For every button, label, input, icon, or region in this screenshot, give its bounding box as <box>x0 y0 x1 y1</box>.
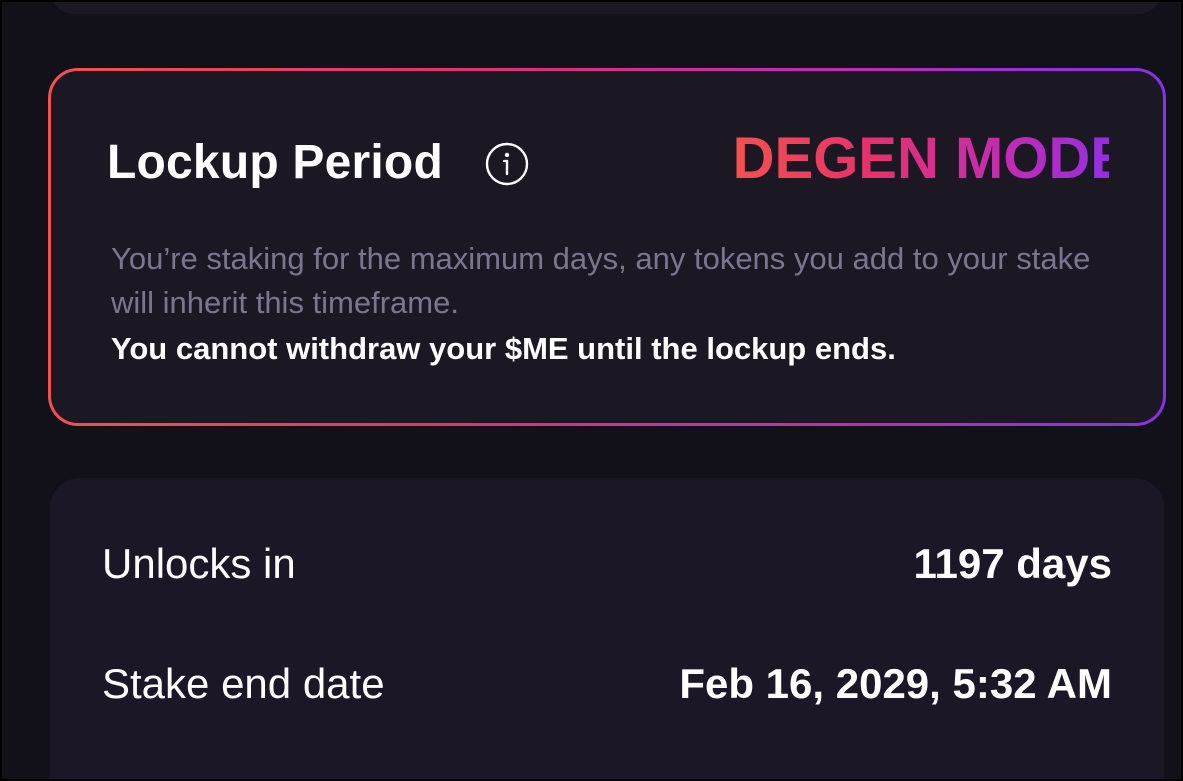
stake-end-date-label: Stake end date <box>102 660 385 707</box>
lockup-description: You’re staking for the maximum days, any… <box>111 241 1091 320</box>
lockup-period-title: Lockup Period <box>107 136 443 189</box>
unlocks-in-value: 1197 days <box>913 540 1112 587</box>
lockup-period-card: Lockup Period DEGEN MODE You’re staking … <box>48 68 1166 426</box>
unlocks-in-label: Unlocks in <box>102 540 296 587</box>
lockup-period-card-inner: Lockup Period DEGEN MODE You’re staking … <box>51 71 1163 423</box>
info-icon[interactable] <box>484 141 530 187</box>
degen-mode-text: DEGEN MODE <box>733 129 1109 189</box>
lockup-warning: You cannot withdraw your $ME until the l… <box>111 331 896 366</box>
stake-details-card: Unlocks in 1197 days Stake end date Feb … <box>50 478 1164 779</box>
previous-card <box>50 2 1162 14</box>
degen-mode-badge: DEGEN MODE <box>717 127 1109 191</box>
staking-panel: Lockup Period DEGEN MODE You’re staking … <box>0 0 1183 781</box>
stake-end-date-value: Feb 16, 2029, 5:32 AM <box>679 660 1112 707</box>
